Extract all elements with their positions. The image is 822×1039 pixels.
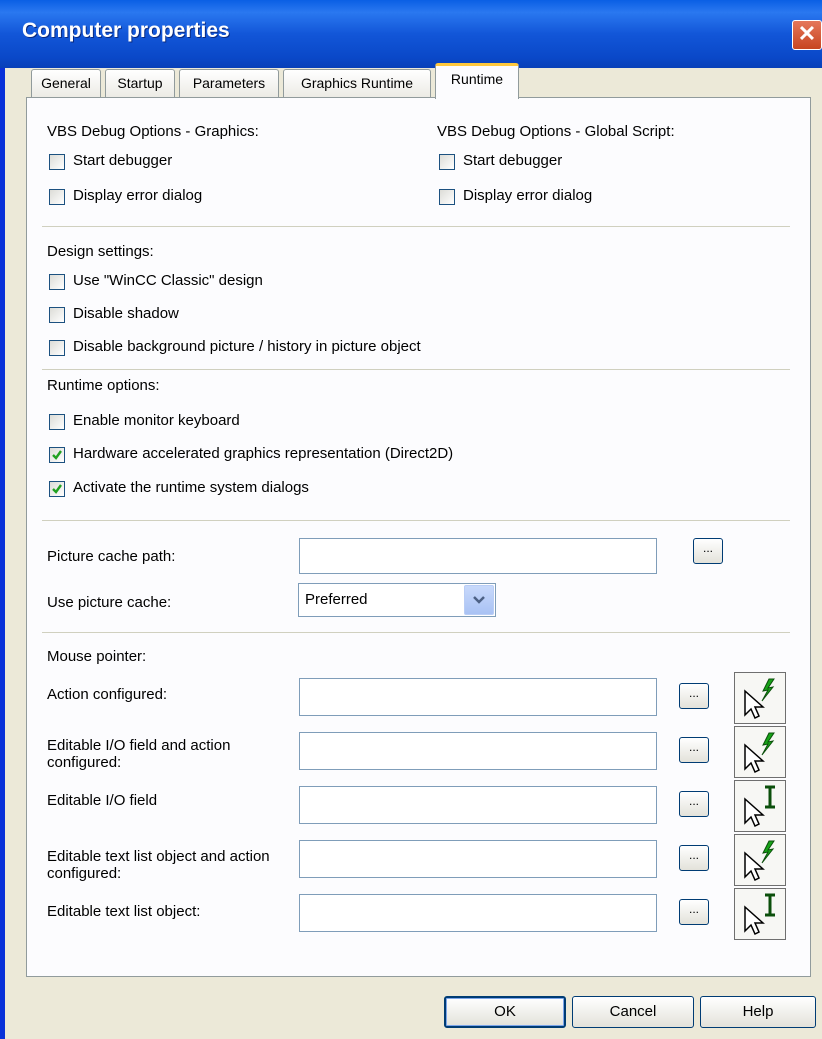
edit-cursor-icon	[744, 893, 775, 936]
direct2d-checkbox[interactable]	[49, 447, 65, 463]
text-list-label: Editable text list object:	[47, 903, 201, 920]
tab-parameters[interactable]: Parameters	[179, 69, 279, 97]
runtime-system-dialogs-checkbox[interactable]	[49, 481, 65, 497]
tab-runtime[interactable]: Runtime	[435, 63, 519, 99]
picture-cache-path-label: Picture cache path:	[47, 548, 176, 565]
runtime-tab-panel: VBS Debug Options - Graphics: Start debu…	[26, 97, 811, 977]
text-list-action-label: Editable text list object and action con…	[47, 848, 270, 882]
graphics-start-debugger-label[interactable]: Start debugger	[73, 152, 172, 169]
disable-background-picture-checkbox[interactable]	[49, 340, 65, 356]
text-list-cursor-preview[interactable]	[734, 888, 786, 940]
graphics-display-error-label[interactable]: Display error dialog	[73, 187, 202, 204]
graphics-start-debugger-checkbox[interactable]	[49, 154, 65, 170]
close-icon: ✕	[797, 21, 817, 46]
io-field-action-label: Editable I/O field and action configured…	[47, 737, 231, 771]
picture-cache-path-input[interactable]	[299, 538, 657, 574]
action-cursor-icon	[744, 678, 775, 720]
global-display-error-label[interactable]: Display error dialog	[463, 187, 592, 204]
action-cursor-preview[interactable]	[734, 672, 786, 724]
global-display-error-checkbox[interactable]	[439, 189, 455, 205]
disable-shadow-label[interactable]: Disable shadow	[73, 305, 179, 322]
window-title: Computer properties	[22, 19, 230, 42]
runtime-options-heading: Runtime options:	[47, 377, 160, 394]
io-action-cursor-preview[interactable]	[734, 726, 786, 778]
global-start-debugger-checkbox[interactable]	[439, 154, 455, 170]
close-button[interactable]: ✕	[792, 20, 822, 50]
io-field-browse-button[interactable]: ...	[679, 791, 709, 817]
io-field-action-input[interactable]	[299, 732, 657, 770]
vbs-graphics-heading: VBS Debug Options - Graphics:	[47, 123, 259, 140]
action-cursor-icon	[744, 732, 775, 774]
title-bar[interactable]: Computer properties ✕	[0, 0, 822, 68]
tab-startup[interactable]: Startup	[105, 69, 175, 97]
ok-button[interactable]: OK	[444, 996, 566, 1028]
direct2d-label[interactable]: Hardware accelerated graphics representa…	[73, 445, 453, 462]
text-list-action-input[interactable]	[299, 840, 657, 878]
enable-monitor-keyboard-label[interactable]: Enable monitor keyboard	[73, 412, 240, 429]
edit-cursor-icon	[744, 785, 775, 828]
use-picture-cache-label: Use picture cache:	[47, 594, 172, 611]
wincc-classic-design-label[interactable]: Use "WinCC Classic" design	[73, 272, 263, 289]
global-start-debugger-label[interactable]: Start debugger	[463, 152, 562, 169]
io-field-action-browse-button[interactable]: ...	[679, 737, 709, 763]
vbs-global-heading: VBS Debug Options - Global Script:	[437, 123, 675, 140]
text-list-action-cursor-preview[interactable]	[734, 834, 786, 886]
cancel-button[interactable]: Cancel	[572, 996, 694, 1028]
text-list-input[interactable]	[299, 894, 657, 932]
action-cursor-icon	[744, 840, 775, 882]
wincc-classic-design-checkbox[interactable]	[49, 274, 65, 290]
checkmark-icon	[52, 450, 62, 460]
chevron-down-icon	[473, 596, 485, 604]
separator	[42, 369, 790, 370]
runtime-system-dialogs-label[interactable]: Activate the runtime system dialogs	[73, 479, 309, 496]
picture-cache-browse-button[interactable]: ...	[693, 538, 723, 564]
separator	[42, 520, 790, 521]
separator	[42, 226, 790, 227]
checkmark-icon	[52, 484, 62, 494]
help-button[interactable]: Help	[700, 996, 816, 1028]
design-settings-heading: Design settings:	[47, 243, 154, 260]
graphics-display-error-checkbox[interactable]	[49, 189, 65, 205]
tab-general[interactable]: General	[31, 69, 101, 97]
enable-monitor-keyboard-checkbox[interactable]	[49, 414, 65, 430]
disable-shadow-checkbox[interactable]	[49, 307, 65, 323]
mouse-pointer-heading: Mouse pointer:	[47, 648, 147, 665]
action-configured-browse-button[interactable]: ...	[679, 683, 709, 709]
dropdown-button[interactable]	[464, 585, 494, 615]
disable-background-picture-label[interactable]: Disable background picture / history in …	[73, 338, 421, 355]
io-field-label: Editable I/O field	[47, 792, 158, 809]
use-picture-cache-select[interactable]: Preferred	[298, 583, 496, 617]
io-field-input[interactable]	[299, 786, 657, 824]
separator	[42, 632, 790, 633]
use-picture-cache-value: Preferred	[305, 591, 368, 608]
tab-graphics-runtime[interactable]: Graphics Runtime	[283, 69, 431, 97]
text-list-action-browse-button[interactable]: ...	[679, 845, 709, 871]
action-configured-label: Action configured:	[47, 686, 168, 703]
io-field-cursor-preview[interactable]	[734, 780, 786, 832]
action-configured-input[interactable]	[299, 678, 657, 716]
text-list-browse-button[interactable]: ...	[679, 899, 709, 925]
